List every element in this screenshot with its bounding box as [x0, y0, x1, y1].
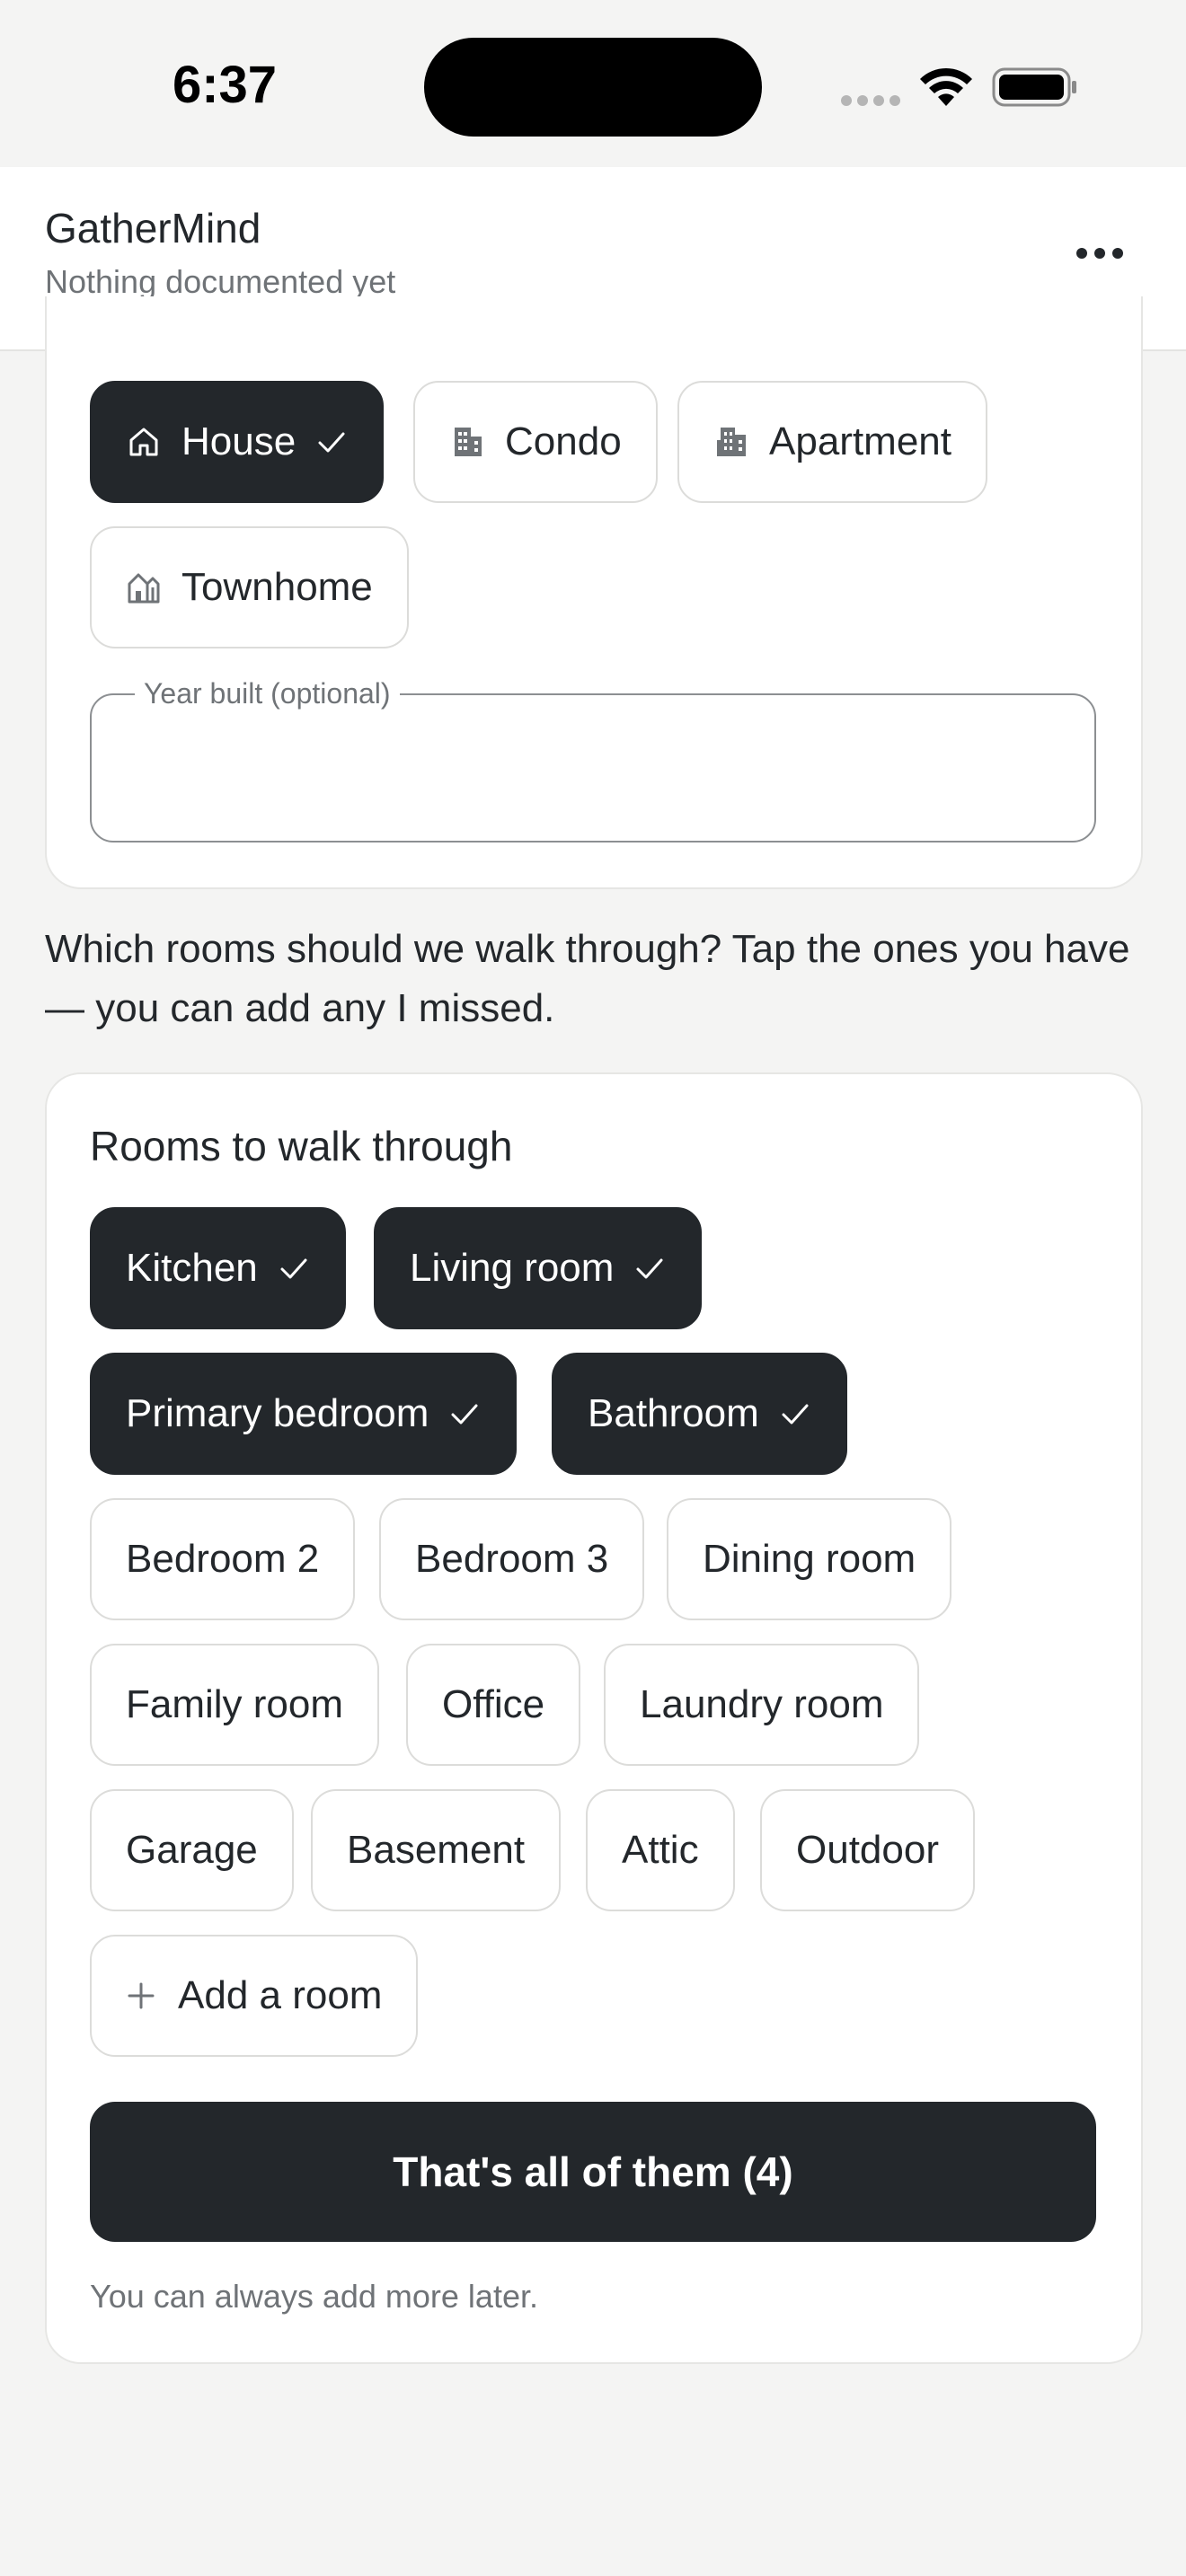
more-horizontal-icon — [1076, 248, 1087, 259]
room-chip-label: Bedroom 2 — [126, 1537, 320, 1581]
app-title: GatherMind — [45, 205, 261, 251]
room-chip-label: Family room — [126, 1682, 344, 1726]
status-bar: 6:37 — [0, 0, 1186, 167]
room-chip-label: Kitchen — [126, 1246, 258, 1290]
room-chip-bathroom[interactable]: Bathroom — [552, 1353, 847, 1475]
room-chip-attic[interactable]: Attic — [586, 1789, 735, 1911]
check-icon — [782, 1404, 809, 1425]
assistant-prompt: Which rooms should we walk through? Tap … — [45, 927, 1130, 1030]
add-room-button[interactable]: Add a room — [90, 1935, 419, 2057]
home-icon — [129, 428, 158, 456]
more-options-button[interactable] — [1060, 214, 1139, 293]
check-icon — [451, 1404, 478, 1425]
room-chip-label: Bedroom 3 — [415, 1537, 609, 1581]
check-icon — [636, 1258, 663, 1279]
property-type-house[interactable]: House — [90, 381, 385, 503]
status-time: 6:37 — [172, 56, 278, 114]
room-chip-garage[interactable]: Garage — [90, 1789, 294, 1911]
property-type-label: Townhome — [181, 565, 373, 609]
room-chip-label: Basement — [347, 1828, 526, 1872]
rooms-title: Rooms to walk through — [90, 1123, 513, 1169]
add-room-label: Add a room — [178, 1973, 383, 2017]
year-built-label: Year built (optional) — [135, 675, 400, 711]
room-chip-living-room[interactable]: Living room — [374, 1207, 703, 1329]
room-chip-laundry-room[interactable]: Laundry room — [604, 1644, 920, 1766]
room-chip-kitchen[interactable]: Kitchen — [90, 1207, 346, 1329]
room-chip-office[interactable]: Office — [406, 1644, 581, 1766]
confirm-rooms-button[interactable]: That's all of them (4) — [90, 2102, 1096, 2242]
room-chip-label: Garage — [126, 1828, 258, 1872]
room-chip-label: Bathroom — [588, 1391, 759, 1435]
room-chip-dining-room[interactable]: Dining room — [667, 1498, 952, 1620]
wifi-icon — [920, 67, 972, 106]
year-built-input[interactable] — [90, 693, 1096, 842]
cellular-signal-icon — [841, 95, 902, 106]
room-chip-label: Laundry room — [640, 1682, 884, 1726]
dynamic-island — [424, 38, 762, 137]
footnote: You can always add more later. — [90, 2278, 538, 2315]
building-icon — [455, 428, 482, 456]
room-chip-label: Office — [442, 1682, 545, 1726]
room-chip-basement[interactable]: Basement — [311, 1789, 562, 1911]
apartment-icon — [717, 428, 746, 456]
room-chip-primary-bedroom[interactable]: Primary bedroom — [90, 1353, 518, 1475]
townhome-icon — [128, 573, 160, 604]
property-type-label: Condo — [505, 419, 622, 463]
room-chip-bedroom-2[interactable]: Bedroom 2 — [90, 1498, 356, 1620]
room-chip-label: Primary bedroom — [126, 1391, 429, 1435]
property-type-condo[interactable]: Condo — [413, 381, 658, 503]
property-type-label: House — [181, 419, 296, 463]
check-icon — [280, 1258, 307, 1279]
room-chip-bedroom-3[interactable]: Bedroom 3 — [379, 1498, 645, 1620]
property-type-label: Apartment — [769, 419, 951, 463]
battery-icon — [992, 67, 1076, 107]
plus-icon — [128, 1982, 155, 2009]
room-chip-label: Outdoor — [796, 1828, 939, 1872]
room-chip-label: Attic — [622, 1828, 699, 1872]
room-chip-label: Dining room — [703, 1537, 916, 1581]
room-chip-label: Living room — [410, 1246, 615, 1290]
property-type-townhome[interactable]: Townhome — [90, 526, 409, 648]
room-chip-outdoor[interactable]: Outdoor — [760, 1789, 975, 1911]
property-type-apartment[interactable]: Apartment — [677, 381, 987, 503]
check-icon — [318, 432, 345, 453]
room-chip-family-room[interactable]: Family room — [90, 1644, 380, 1766]
